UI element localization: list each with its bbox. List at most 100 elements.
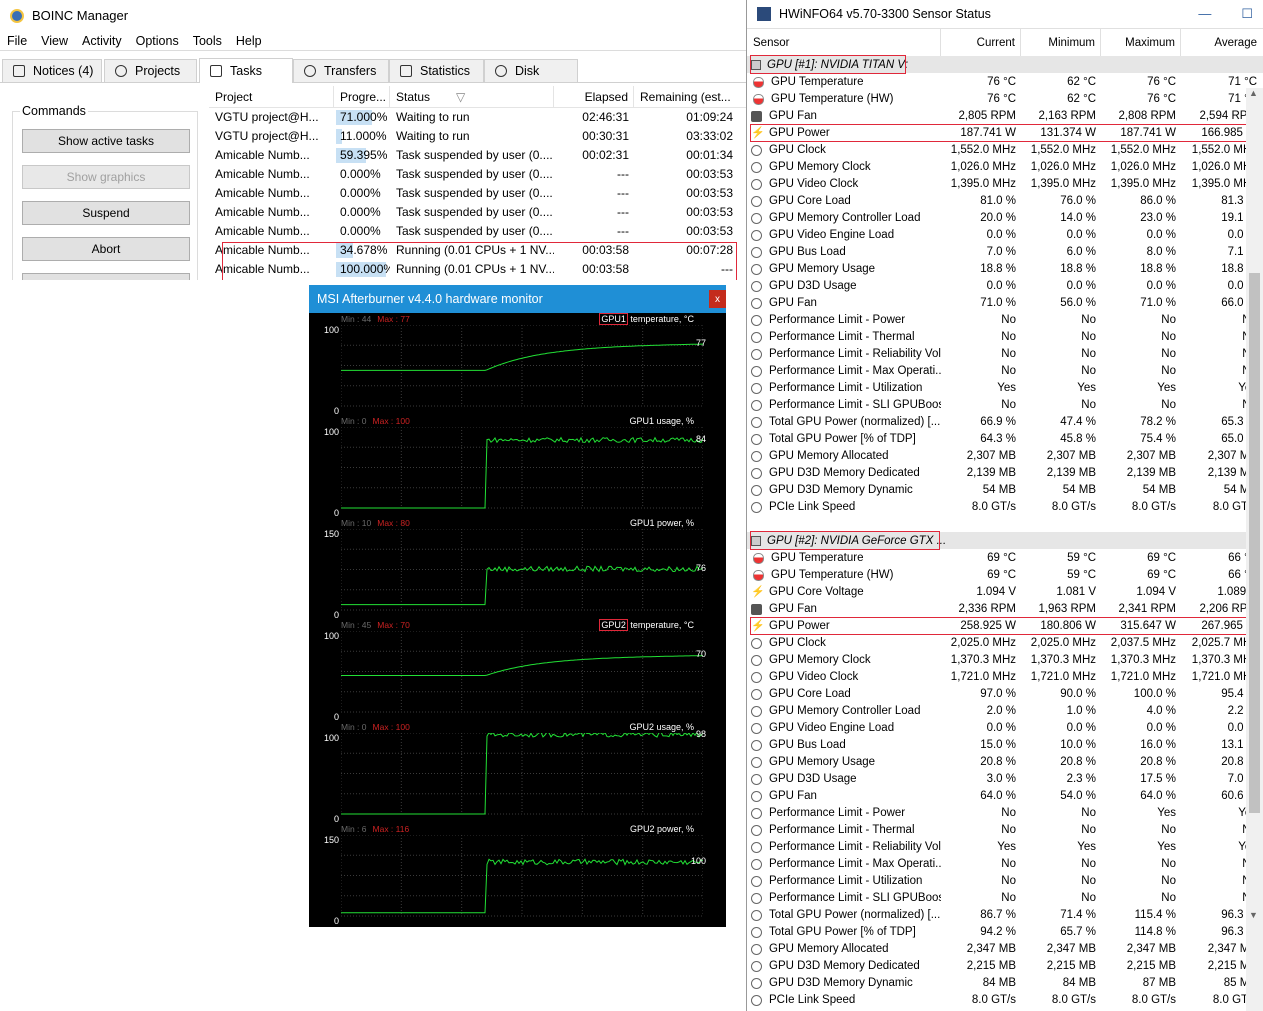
sensor-row[interactable]: Total GPU Power (normalized) [... 86.7 % 7…	[747, 907, 1263, 924]
scroll-thumb[interactable]	[1249, 273, 1260, 813]
col-elapsed[interactable]: Elapsed	[554, 85, 634, 108]
sensor-row[interactable]: Performance Limit - Utilization Yes Yes Yes…	[747, 380, 1263, 397]
sensor-row[interactable]: GPU Video Engine Load 0.0 % 0.0 % 0.0 % 0.0 …	[747, 227, 1263, 244]
sensor-row[interactable]: Performance Limit - Max Operati... No No No…	[747, 856, 1263, 873]
menu-activity[interactable]: Activity	[75, 34, 129, 48]
scroll-up-icon[interactable]: ▲	[1249, 88, 1258, 98]
graph-minmax: Min : 6 Max : 116	[341, 824, 409, 834]
sensor-row[interactable]: Total GPU Power [% of TDP] 64.3 % 45.8 % 75…	[747, 431, 1263, 448]
task-row[interactable]: Amicable Numb... 34.678% Running (0.01 CPU…	[209, 241, 746, 260]
tab-projects[interactable]: Projects	[104, 59, 197, 82]
sensor-row[interactable]: GPU Fan 64.0 % 54.0 % 64.0 % 60.6 %	[747, 788, 1263, 805]
sensor-row[interactable]: Performance Limit - PowerNoNoNoNo	[747, 312, 1263, 329]
sensor-row[interactable]: Performance Limit - ThermalNoNoNoNo	[747, 329, 1263, 346]
sensor-row[interactable]: Performance Limit - Reliability Vol... Ye…	[747, 839, 1263, 856]
sensor-row[interactable]: GPU Memory Usage 18.8 % 18.8 % 18.8 % 18.8 %	[747, 261, 1263, 278]
more-button[interactable]	[22, 273, 190, 280]
graph-metric: GPU2 usage, %	[629, 722, 694, 732]
sensor-row[interactable]: GPU Bus Load 7.0 % 6.0 % 8.0 % 7.1 %	[747, 244, 1263, 261]
task-row[interactable]: Amicable Numb... 0.000% Task suspended by …	[209, 184, 746, 203]
task-row[interactable]: Amicable Numb... 0.000% Task suspended by …	[209, 203, 746, 222]
sensor-row[interactable]: ⚡ GPU Power 258.925 W 180.806 W 315.647 W 267…	[747, 618, 1263, 635]
show-active-tasks-button[interactable]: Show active tasks	[22, 129, 190, 153]
menu-options[interactable]: Options	[129, 34, 186, 48]
task-row[interactable]: VGTU project@H... 11.000% Waiting to run 00…	[209, 127, 746, 146]
tab-notices[interactable]: Notices (4)	[2, 59, 102, 82]
sensor-row[interactable]: GPU Temperature 76 °C 62 °C 76 °C 71 °C	[747, 74, 1263, 91]
sensor-row[interactable]: ⚡ GPU Core Voltage 1.094 V 1.081 V 1.094 V 1.…	[747, 584, 1263, 601]
hwinfo-scrollbar[interactable]: ▲ ▼	[1246, 88, 1263, 1011]
sensor-row[interactable]: PCIe Link Speed 8.0 GT/s 8.0 GT/s 8.0 GT/s 8…	[747, 499, 1263, 516]
sensor-row[interactable]: GPU Fan 2,336 RPM 1,963 RPM 2,341 RPM 2,206 …	[747, 601, 1263, 618]
sensor-row[interactable]: GPU Core Load 81.0 % 76.0 % 86.0 % 81.3 %	[747, 193, 1263, 210]
graph-max: Max : 80	[377, 518, 410, 528]
sensor-row[interactable]: GPU Fan 2,805 RPM 2,163 RPM 2,808 RPM 2,594 …	[747, 108, 1263, 125]
sensor-row[interactable]: Total GPU Power (normalized) [... 66.9 % 4…	[747, 414, 1263, 431]
sensor-row[interactable]: GPU Memory Allocated 2,307 MB 2,307 MB 2,30…	[747, 448, 1263, 465]
sensor-row[interactable]: GPU D3D Memory Dedicated 2,139 MB 2,139 MB…	[747, 465, 1263, 482]
menu-help[interactable]: Help	[229, 34, 269, 48]
sensor-row[interactable]: GPU Temperature (HW) 69 °C 59 °C 69 °C 66 °C	[747, 567, 1263, 584]
suspend-button[interactable]: Suspend	[22, 201, 190, 225]
sensor-row[interactable]: GPU Memory Allocated 2,347 MB 2,347 MB 2,34…	[747, 941, 1263, 958]
sensor-row[interactable]: GPU Memory Usage 20.8 % 20.8 % 20.8 % 20.8 %	[747, 754, 1263, 771]
sensor-row[interactable]: GPU D3D Memory Dynamic 54 MB 54 MB 54 MB 54 …	[747, 482, 1263, 499]
sensor-row[interactable]: Performance Limit - PowerNoNoYesYes	[747, 805, 1263, 822]
task-row[interactable]: VGTU project@H... 71.000% Waiting to run 02…	[209, 108, 746, 127]
task-row[interactable]: Amicable Numb... 59.395% Task suspended by…	[209, 146, 746, 165]
sensor-row[interactable]: Performance Limit - UtilizationNoNoNoNo	[747, 873, 1263, 890]
sensor-row[interactable]: GPU D3D Memory Dedicated 2,215 MB 2,215 MB…	[747, 958, 1263, 975]
menu-view[interactable]: View	[34, 34, 75, 48]
sensor-row[interactable]: Performance Limit - Reliability Vol... No…	[747, 346, 1263, 363]
close-icon[interactable]: x	[709, 290, 726, 308]
sensor-row[interactable]: GPU Memory Controller Load 2.0 % 1.0 % 4.0 …	[747, 703, 1263, 720]
abort-button[interactable]: Abort	[22, 237, 190, 261]
tab-transfers[interactable]: Transfers	[293, 59, 389, 82]
tab-disk[interactable]: Disk	[484, 59, 578, 82]
sensor-row[interactable]: GPU Video Clock 1,395.0 MHz 1,395.0 MHz 1,3…	[747, 176, 1263, 193]
sensor-row[interactable]: GPU D3D Usage 3.0 % 2.3 % 17.5 % 7.0 %	[747, 771, 1263, 788]
sensor-group-header[interactable]: GPU [#2]: NVIDIA GeForce GTX ...	[747, 532, 1263, 549]
sensor-row[interactable]: GPU Memory Clock 1,026.0 MHz 1,026.0 MHz 1,…	[747, 159, 1263, 176]
task-row[interactable]: Amicable Numb... 0.000% Task suspended by …	[209, 222, 746, 241]
menu-file[interactable]: File	[0, 34, 34, 48]
tab-statistics[interactable]: Statistics	[389, 59, 484, 82]
sensor-row[interactable]: GPU Core Load 97.0 % 90.0 % 100.0 % 95.4 %	[747, 686, 1263, 703]
col-project[interactable]: Project	[209, 85, 334, 108]
tab-tasks[interactable]: Tasks	[199, 58, 293, 83]
sensor-row[interactable]: GPU D3D Usage 0.0 % 0.0 % 0.0 % 0.0 %	[747, 278, 1263, 295]
sensor-row[interactable]: GPU Temperature 69 °C 59 °C 69 °C 66 °C	[747, 550, 1263, 567]
sensor-row[interactable]: Performance Limit - SLI GPUBoos... No No No…	[747, 397, 1263, 414]
menu-tools[interactable]: Tools	[186, 34, 229, 48]
sensor-row[interactable]: Performance Limit - ThermalNoNoNoNo	[747, 822, 1263, 839]
sensor-label: GPU Fan	[769, 790, 817, 802]
graph-minmax: Min : 0 Max : 100	[341, 722, 410, 732]
sensor-row[interactable]: GPU Video Engine Load 0.0 % 0.0 % 0.0 % 0.0 …	[747, 720, 1263, 737]
sensor-row[interactable]: GPU Fan 71.0 % 56.0 % 71.0 % 66.0 %	[747, 295, 1263, 312]
thermometer-icon	[753, 94, 764, 105]
sensor-row[interactable]: GPU Video Clock 1,721.0 MHz 1,721.0 MHz 1,7…	[747, 669, 1263, 686]
col-remaining[interactable]: Remaining (est...	[634, 86, 738, 108]
sensor-row[interactable]: PCIe Link Speed 8.0 GT/s 8.0 GT/s 8.0 GT/s 8…	[747, 992, 1263, 1009]
col-status[interactable]: Status ▽	[390, 85, 554, 108]
col-status-label: Status	[396, 89, 431, 104]
task-project: Amicable Numb...	[215, 186, 310, 200]
sensor-row[interactable]: GPU Clock 1,552.0 MHz 1,552.0 MHz 1,552.0 M…	[747, 142, 1263, 159]
scroll-down-icon[interactable]: ▼	[1249, 910, 1258, 920]
sensor-row[interactable]: ⚡ GPU Power 187.741 W 131.374 W 187.741 W 166…	[747, 125, 1263, 142]
sensor-row[interactable]: GPU Memory Controller Load 20.0 % 14.0 % 23…	[747, 210, 1263, 227]
col-progress[interactable]: Progre...	[334, 85, 390, 108]
sensor-row[interactable]: GPU Temperature (HW) 76 °C 62 °C 76 °C 71 °C	[747, 91, 1263, 108]
sensor-minimum: 56.0 %	[1060, 297, 1096, 309]
sensor-row[interactable]: Performance Limit - Max Operati... No No No…	[747, 363, 1263, 380]
sensor-minimum: 45.8 %	[1060, 433, 1096, 445]
sensor-row[interactable]: GPU D3D Memory Dynamic 84 MB 84 MB 87 MB 85 …	[747, 975, 1263, 992]
sensor-row[interactable]: GPU Clock 2,025.0 MHz 2,025.0 MHz 2,037.5 M…	[747, 635, 1263, 652]
task-row[interactable]: Amicable Numb... 100.000% Running (0.01 CP…	[209, 260, 746, 279]
sensor-row[interactable]: GPU Memory Clock 1,370.3 MHz 1,370.3 MHz 1,…	[747, 652, 1263, 669]
sensor-row[interactable]: GPU Bus Load 15.0 % 10.0 % 16.0 % 13.1 %	[747, 737, 1263, 754]
sensor-group-header[interactable]: GPU [#1]: NVIDIA TITAN V:	[747, 56, 1263, 73]
sensor-row[interactable]: Total GPU Power [% of TDP] 94.2 % 65.7 % 11…	[747, 924, 1263, 941]
task-row[interactable]: Amicable Numb... 0.000% Task suspended by …	[209, 165, 746, 184]
sensor-row[interactable]: Performance Limit - SLI GPUBoos... No No No…	[747, 890, 1263, 907]
